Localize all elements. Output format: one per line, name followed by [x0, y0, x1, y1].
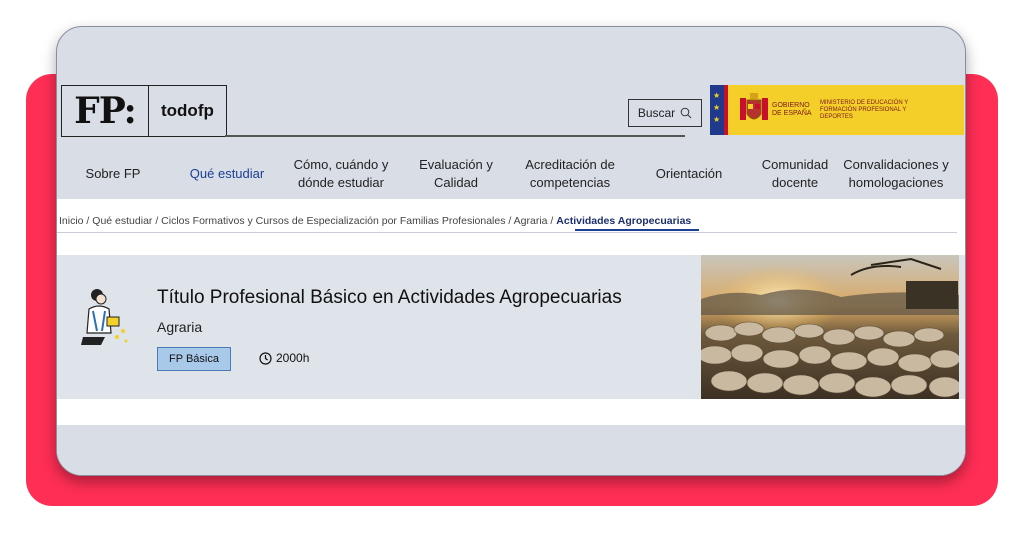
course-family: Agraria: [157, 319, 203, 335]
nav-item-comunidad[interactable]: Comunidad docente: [753, 149, 837, 199]
breadcrumb-divider: [57, 232, 957, 233]
search-label: Buscar: [637, 106, 676, 120]
duration-value: 2000h: [276, 351, 310, 365]
main-nav: Sobre FP Qué estudiar Cómo, cuándo y dón…: [57, 149, 965, 199]
duration: 2000h: [259, 347, 309, 369]
government-name: GOBIERNO DE ESPAÑA: [772, 102, 812, 117]
search-icon: [680, 107, 692, 119]
nav-item-orientacion[interactable]: Orientación: [625, 149, 753, 199]
eu-flag-icon: ★ ★ ★: [710, 85, 724, 135]
logo-mark: FP:: [62, 86, 149, 136]
sheep-flock-photo: [701, 255, 959, 399]
breadcrumb-current: Actividades Agropecuarias: [556, 215, 692, 227]
search-button[interactable]: Buscar: [628, 99, 702, 127]
site-logo[interactable]: FP: todofp: [61, 85, 227, 137]
nav-item-convalidaciones[interactable]: Convalidaciones y homologaciones: [837, 149, 955, 199]
breadcrumb-item[interactable]: Qué estudiar: [92, 215, 152, 227]
footer-band: [57, 425, 965, 475]
flag-stripe: [724, 85, 728, 135]
breadcrumb-current-underline: [575, 229, 699, 231]
course-hero: Título Profesional Básico en Actividades…: [57, 255, 965, 399]
logo-name: todofp: [161, 101, 214, 120]
nav-item-que-estudiar[interactable]: Qué estudiar: [169, 149, 285, 199]
header-divider: [225, 135, 685, 137]
nav-item-sobre-fp[interactable]: Sobre FP: [57, 149, 169, 199]
government-logo[interactable]: ★ ★ ★ GOBIERNO DE ESPAÑA MINISTERIO DE EDU…: [710, 85, 964, 135]
breadcrumb-item[interactable]: Ciclos Formativos y Cursos de Especializ…: [161, 215, 505, 227]
content-spacer: [57, 399, 965, 425]
breadcrumb: Inicio / Qué estudiar / Ciclos Formativo…: [59, 215, 692, 227]
clock-icon: [259, 351, 272, 365]
ministry-name: MINISTERIO DE EDUCACIÓN Y FORMACIÓN PROF…: [820, 99, 909, 120]
nav-item-como-cuando[interactable]: Cómo, cuándo y dónde estudiar: [285, 149, 397, 199]
farmer-illustration-icon: [81, 289, 128, 345]
nav-item-acreditacion[interactable]: Acreditación de competencias: [515, 149, 625, 199]
nav-item-evaluacion[interactable]: Evaluación y Calidad: [397, 149, 515, 199]
browser-card: FP: todofp Buscar ★ ★ ★ GOBIERNO DE ESPAÑA…: [56, 26, 966, 476]
course-title: Título Profesional Básico en Actividades…: [157, 287, 622, 308]
breadcrumb-item[interactable]: Inicio: [59, 215, 84, 227]
breadcrumb-item[interactable]: Agraria: [514, 215, 548, 227]
level-badge: FP Básica: [157, 347, 231, 371]
coat-of-arms-icon: [740, 93, 768, 120]
